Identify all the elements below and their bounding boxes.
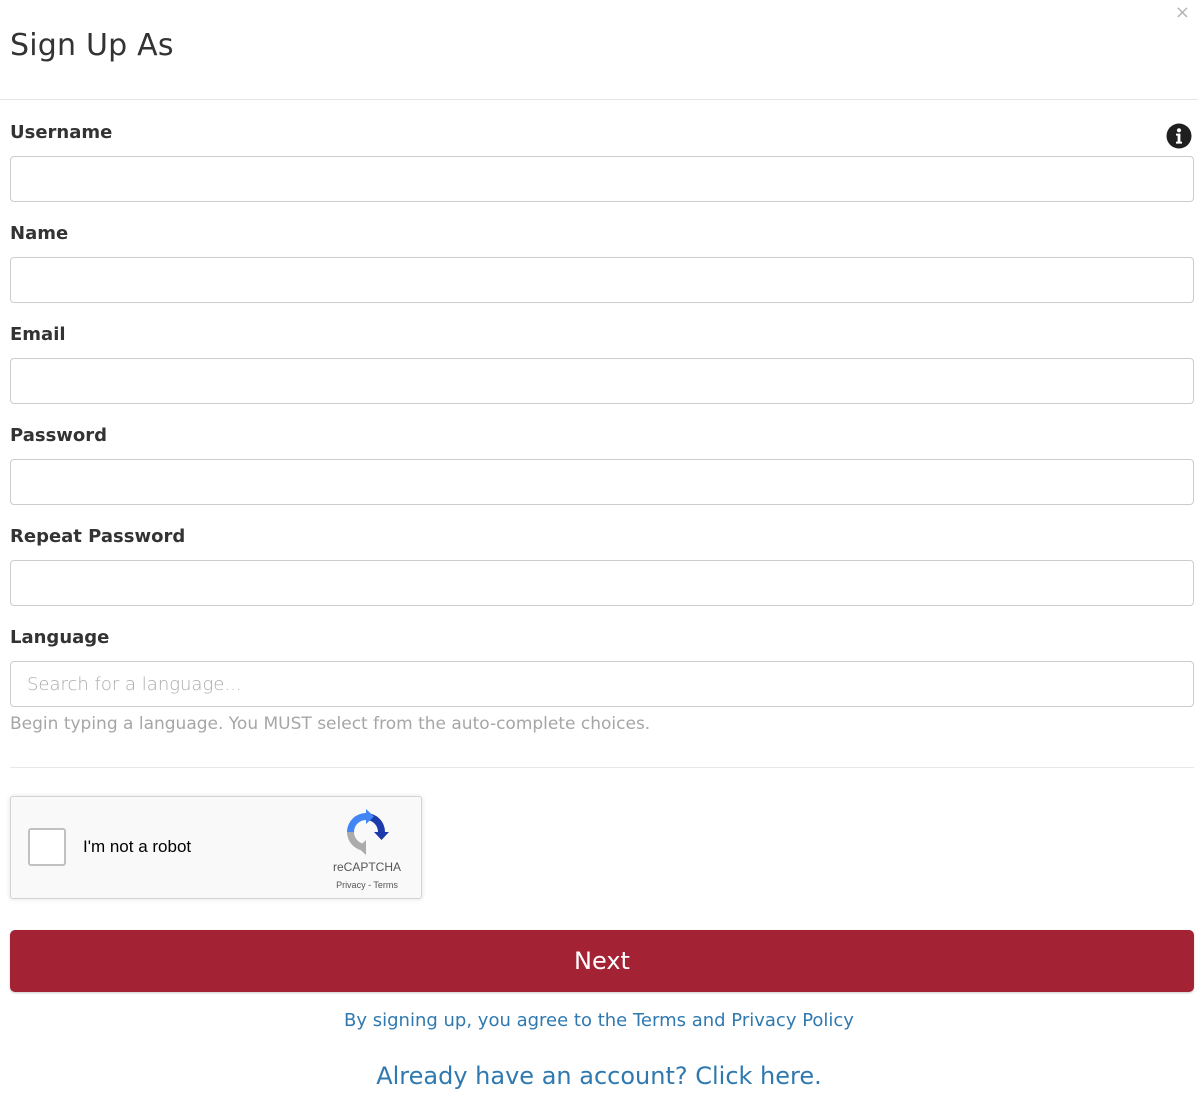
language-search-input[interactable] xyxy=(10,661,1194,707)
recaptcha-widget: I'm not a robot reCAPTCHA Privacy - Term… xyxy=(10,796,422,899)
repeat-password-label: Repeat Password xyxy=(10,526,186,547)
recaptcha-logo-icon xyxy=(347,809,389,855)
email-input[interactable] xyxy=(10,358,1194,404)
form-divider xyxy=(10,767,1194,768)
info-icon[interactable] xyxy=(1166,123,1192,149)
password-label: Password xyxy=(10,425,108,446)
login-link[interactable]: Already have an account? Click here. xyxy=(0,1062,1198,1090)
repeat-password-input[interactable] xyxy=(10,560,1194,606)
username-label: Username xyxy=(10,122,113,143)
recaptcha-label: I'm not a robot xyxy=(83,837,192,856)
header-divider xyxy=(0,99,1198,100)
name-input[interactable] xyxy=(10,257,1194,303)
close-icon[interactable]: × xyxy=(1175,4,1190,22)
recaptcha-terms-link[interactable]: Terms xyxy=(373,880,398,890)
recaptcha-checkbox[interactable] xyxy=(28,828,66,866)
recaptcha-brand: reCAPTCHA xyxy=(332,860,401,874)
email-label: Email xyxy=(10,324,66,345)
name-label: Name xyxy=(10,223,69,244)
recaptcha-privacy-link[interactable]: Privacy xyxy=(336,880,366,890)
password-input[interactable] xyxy=(10,459,1194,505)
next-button[interactable]: Next xyxy=(10,930,1194,992)
language-label: Language xyxy=(10,627,110,648)
dialog-title: Sign Up As xyxy=(10,28,174,63)
username-input[interactable] xyxy=(10,156,1194,202)
language-help-text: Begin typing a language. You MUST select… xyxy=(10,714,651,734)
terms-privacy-link[interactable]: By signing up, you agree to the Terms an… xyxy=(0,1010,1198,1031)
recaptcha-links: Privacy - Terms xyxy=(311,880,423,890)
